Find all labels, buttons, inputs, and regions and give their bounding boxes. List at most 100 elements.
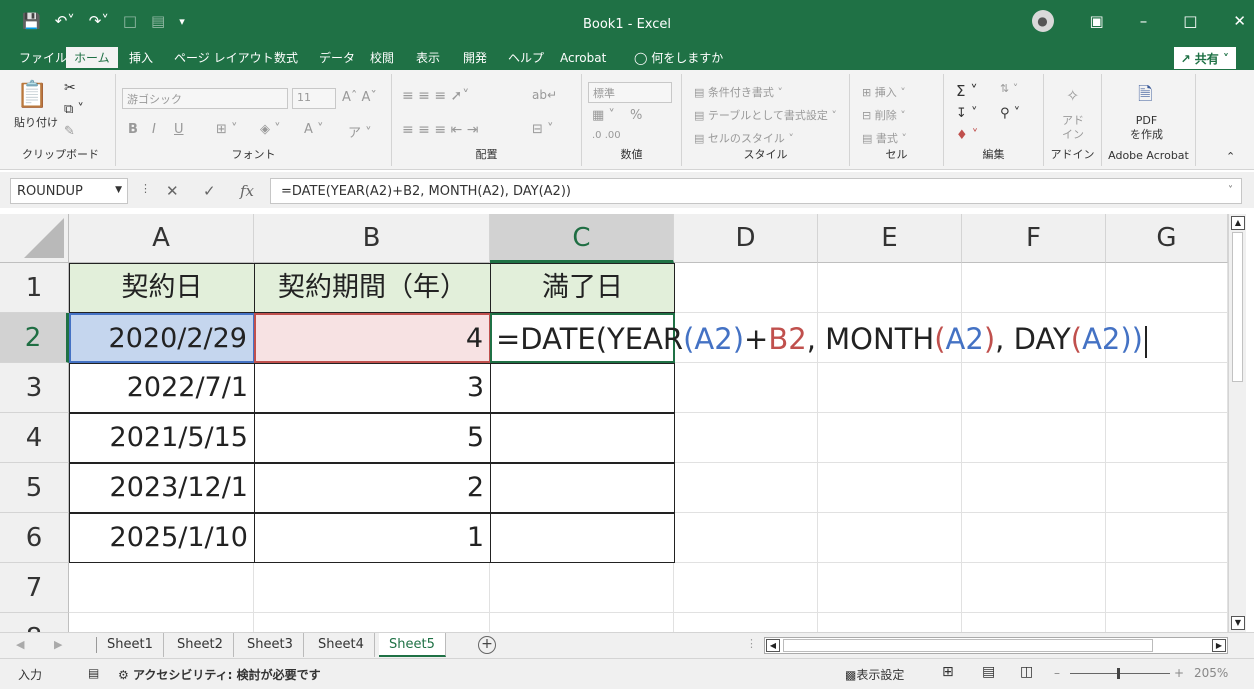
cancel-entry-icon[interactable]: ✕ (166, 182, 179, 200)
font-name-box[interactable]: 游ゴシック (122, 88, 288, 109)
next-sheet-icon[interactable]: ▶ (54, 638, 62, 651)
empty-cell[interactable] (818, 613, 962, 632)
tab-help[interactable]: ヘルプ (500, 47, 552, 70)
fill-color-icon[interactable]: ◈ ˅ (260, 122, 281, 137)
vertical-scroll-thumb[interactable] (1232, 232, 1243, 382)
column-header-b[interactable]: B (254, 214, 490, 263)
cell-a1[interactable]: 契約日 (69, 263, 255, 313)
grow-font-icon[interactable]: Aˆ Aˇ (342, 90, 377, 105)
cell-a4[interactable]: 2021/5/15 (69, 413, 255, 463)
empty-cell[interactable] (1106, 563, 1228, 613)
empty-cell[interactable] (1106, 463, 1228, 513)
cell-a3[interactable]: 2022/7/1 (69, 363, 255, 413)
empty-cell[interactable] (818, 463, 962, 513)
empty-cell[interactable] (1106, 263, 1228, 313)
page-break-view-icon[interactable]: ◫ (1020, 664, 1033, 680)
empty-cell[interactable] (674, 363, 818, 413)
zoom-slider[interactable] (1070, 673, 1170, 674)
cell-c5[interactable] (490, 463, 675, 513)
top-align-icon[interactable]: ≡ ≡ ≡ ➚˅ (402, 88, 469, 104)
formula-input[interactable]: =DATE(YEAR(A2)+B2, MONTH(A2), DAY(A2)) (270, 178, 1242, 204)
empty-cell[interactable] (1106, 513, 1228, 563)
cell-a2[interactable]: 2020/2/29 (69, 313, 255, 363)
cell-b2[interactable]: 4 (254, 313, 491, 363)
add-sheet-icon[interactable]: + (478, 636, 496, 654)
cell-b1[interactable]: 契約期間（年） (254, 263, 491, 313)
row-header-1[interactable]: 1 (0, 263, 69, 313)
cell-b4[interactable]: 5 (254, 413, 491, 463)
empty-cell[interactable] (962, 513, 1106, 563)
cell-a6[interactable]: 2025/1/10 (69, 513, 255, 563)
insert-cells-button[interactable]: ⊞ 挿入 ˅ (862, 84, 906, 100)
empty-cell[interactable] (674, 413, 818, 463)
tab-insert[interactable]: 挿入 (121, 47, 161, 70)
paste-button[interactable]: 貼り付け (14, 114, 58, 130)
sheet-tab-2[interactable]: Sheet2 (167, 633, 234, 657)
empty-cell[interactable] (818, 263, 962, 313)
bold-button[interactable]: B (128, 122, 138, 137)
expand-formula-icon[interactable]: ˅ (1228, 185, 1233, 196)
empty-cell[interactable] (1106, 413, 1228, 463)
sheet-tab-4[interactable]: Sheet4 (308, 633, 375, 657)
confirm-entry-icon[interactable]: ✓ (203, 182, 216, 200)
fill-icon[interactable]: ↧ ˅ (956, 106, 978, 121)
prev-sheet-icon[interactable]: ◀ (16, 638, 24, 651)
empty-cell[interactable] (1106, 363, 1228, 413)
tab-page-layout[interactable]: ページ レイアウト (166, 47, 282, 70)
empty-cell[interactable] (962, 563, 1106, 613)
zoom-level[interactable]: 205% (1194, 666, 1228, 680)
column-header-a[interactable]: A (69, 214, 254, 263)
left-align-icon[interactable]: ≡ ≡ ≡ ⇤ ⇥ (402, 122, 478, 138)
scroll-left-icon[interactable]: ◀ (766, 639, 780, 652)
macro-record-icon[interactable]: ▤ (88, 666, 99, 680)
clear-icon[interactable]: ♦ ˅ (956, 128, 978, 143)
copy-icon[interactable]: ⧉ ˅ (64, 102, 84, 117)
empty-cell[interactable] (254, 563, 490, 613)
addins-icon[interactable]: ✧ (1066, 86, 1079, 105)
sheet-tab-1[interactable]: Sheet1 (97, 633, 164, 657)
scroll-right-icon[interactable]: ▶ (1212, 639, 1226, 652)
normal-view-icon[interactable]: ⊞ (942, 664, 954, 680)
font-color-icon[interactable]: A ˅ (304, 122, 324, 137)
sheet-tab-5[interactable]: Sheet5 (379, 633, 446, 657)
font-size-box[interactable]: 11 (292, 88, 336, 109)
row-header-6[interactable]: 6 (0, 513, 69, 563)
empty-cell[interactable] (818, 413, 962, 463)
tell-me-search[interactable]: ◯ 何をしますか (626, 47, 731, 70)
accessibility-status[interactable]: ⚙ アクセシビリティ: 検討が必要です (118, 666, 321, 683)
pdf-icon[interactable]: 🗎 (1138, 82, 1152, 112)
tab-home[interactable]: ホーム (66, 47, 118, 70)
scroll-down-icon[interactable]: ▼ (1231, 616, 1245, 630)
empty-cell[interactable] (69, 563, 254, 613)
name-box-dropdown-icon[interactable]: ▼ (115, 185, 122, 195)
create-pdf-button[interactable]: PDF を作成 (1130, 114, 1163, 142)
tab-formulas[interactable]: 数式 (266, 47, 306, 70)
empty-cell[interactable] (818, 563, 962, 613)
cell-c1[interactable]: 満了日 (490, 263, 675, 313)
cell-c3[interactable] (490, 363, 675, 413)
collapse-ribbon-icon[interactable]: ⌃ (1226, 150, 1235, 163)
cell-c4[interactable] (490, 413, 675, 463)
account-avatar-icon[interactable]: ● (1031, 10, 1054, 32)
autosum-icon[interactable]: Σ ˅ (956, 82, 978, 100)
empty-cell[interactable] (1106, 613, 1228, 632)
find-icon[interactable]: ⚲ ˅ (1000, 106, 1020, 121)
empty-cell[interactable] (490, 563, 674, 613)
row-header-3[interactable]: 3 (0, 363, 69, 413)
currency-icon[interactable]: ▦ ˅ (592, 108, 615, 123)
empty-cell[interactable] (254, 613, 490, 632)
row-header-7[interactable]: 7 (0, 563, 69, 613)
tab-data[interactable]: データ (311, 47, 363, 70)
zoom-in-icon[interactable]: + (1174, 666, 1184, 680)
row-header-2[interactable]: 2 (0, 313, 69, 363)
empty-cell[interactable] (490, 613, 674, 632)
empty-cell[interactable] (962, 413, 1106, 463)
row-header-5[interactable]: 5 (0, 463, 69, 513)
column-header-f[interactable]: F (962, 214, 1106, 263)
minimize-icon[interactable]: – (1140, 12, 1148, 30)
empty-cell[interactable] (818, 363, 962, 413)
select-all-corner[interactable] (0, 214, 69, 263)
close-icon[interactable]: ✕ (1233, 12, 1246, 30)
merge-center-icon[interactable]: ⊟ ˅ (532, 122, 554, 137)
percent-button[interactable]: % (630, 108, 642, 123)
